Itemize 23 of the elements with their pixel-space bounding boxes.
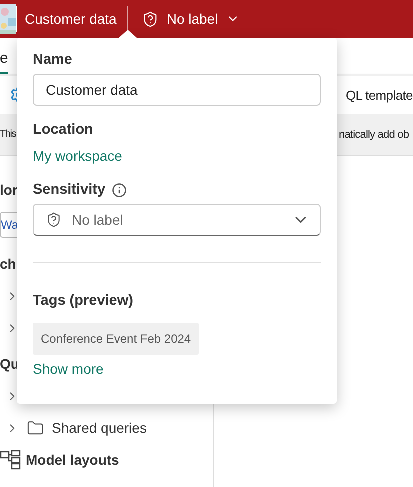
field-label: Location bbox=[33, 122, 94, 138]
sensitivity-button[interactable]: No label bbox=[138, 10, 244, 28]
name-field[interactable]: Customer data bbox=[33, 74, 321, 106]
folder-icon bbox=[27, 420, 44, 436]
section-heading: ch bbox=[0, 255, 16, 274]
sensitivity-dropdown[interactable]: No label bbox=[33, 204, 321, 236]
field-label: Tags (preview) bbox=[33, 293, 134, 309]
show-more-link[interactable]: Show more bbox=[33, 361, 104, 377]
tree-item[interactable]: Model layouts bbox=[26, 452, 120, 468]
tag: Conference Event Feb 2024 bbox=[33, 323, 200, 355]
field-label: Sensitivity bbox=[33, 182, 106, 198]
layout-icon bbox=[0, 450, 22, 470]
info-icon[interactable] bbox=[112, 182, 127, 198]
banner-text: This bbox=[0, 129, 16, 140]
toolbar-button[interactable]: QL template bbox=[346, 88, 413, 102]
item-name: Customer data bbox=[25, 11, 117, 27]
tree-item[interactable]: Shared queries bbox=[52, 420, 147, 436]
section-heading: lor bbox=[0, 181, 18, 200]
workspace-link[interactable]: My workspace bbox=[33, 148, 122, 164]
banner-text: natically add ob bbox=[339, 128, 410, 140]
shield-icon bbox=[142, 10, 159, 28]
shield-icon bbox=[46, 212, 62, 228]
field-label: Name bbox=[33, 52, 72, 68]
